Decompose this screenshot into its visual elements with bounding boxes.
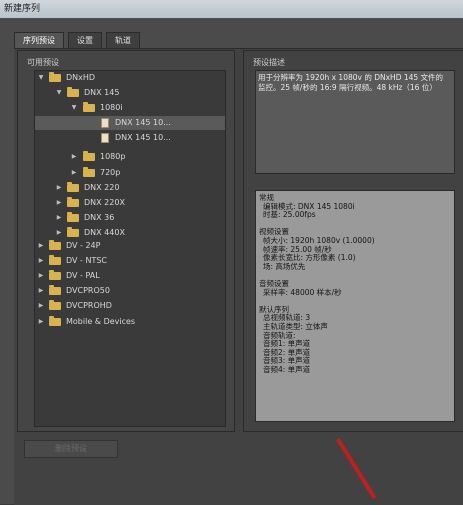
tree-item-dvcpro50[interactable]: ▶ DVCPRO50 (35, 284, 225, 298)
expand-arrow-icon[interactable]: ▶ (55, 181, 63, 195)
expand-arrow-icon[interactable]: ▶ (37, 299, 45, 313)
tree-item-label: 720p (100, 168, 121, 177)
folder-icon (67, 197, 79, 207)
expand-arrow-icon[interactable]: ▶ (55, 211, 63, 225)
expand-arrow-icon[interactable]: ▶ (37, 284, 45, 298)
expand-arrow-icon[interactable]: ▶ (37, 254, 45, 268)
tree-item-1080i[interactable]: ▼ 1080i (35, 101, 225, 115)
preset-file-icon (101, 118, 109, 128)
details-timebase: 时基: 25.00fps (263, 210, 316, 220)
tree-item-label: DNX 440X (84, 228, 125, 237)
expand-arrow-icon[interactable]: ▶ (37, 269, 45, 283)
folder-icon (49, 255, 61, 265)
details-sample-rate: 采样率: 48000 样本/秒 (263, 287, 342, 297)
folder-icon (49, 72, 61, 82)
tree-item-dvcprohd[interactable]: ▶ DVCPROHD (35, 299, 225, 313)
delete-preset-button[interactable]: 删除预设 (24, 440, 118, 458)
preset-tree[interactable]: ▼ DNxHD ▼ DNX 145 ▼ 1080i DNX 145 10... … (34, 70, 226, 427)
tree-item-dnxhd[interactable]: ▼ DNxHD (35, 71, 225, 85)
tree-item-dv-ntsc[interactable]: ▶ DV - NTSC (35, 254, 225, 268)
folder-icon (83, 102, 95, 112)
folder-icon (49, 270, 61, 280)
expand-arrow-icon[interactable]: ▼ (70, 101, 78, 115)
tree-item-dnx220x[interactable]: ▶ DNX 220X (35, 196, 225, 210)
available-presets-heading: 可用预设 (27, 58, 59, 67)
tree-item-label: 1080i (100, 103, 123, 112)
tree-item-720p[interactable]: ▶ 720p (35, 166, 225, 180)
tree-item-dnx145[interactable]: ▼ DNX 145 (35, 86, 225, 100)
preset-description-heading: 预设描述 (253, 58, 285, 67)
folder-icon (67, 182, 79, 192)
description-line: 监控。25 帧/秒的 16:9 隔行视频。48 kHz（16 位） (258, 83, 437, 92)
expand-arrow-icon[interactable]: ▶ (37, 239, 45, 253)
tree-item-1080p[interactable]: ▶ 1080p (35, 150, 225, 164)
folder-icon (83, 167, 95, 177)
tree-item-label: DV - 24P (66, 241, 101, 250)
tree-item-preset-selected[interactable]: DNX 145 10... (35, 116, 225, 130)
tab-tracks[interactable]: 轨道 (106, 32, 140, 49)
preset-file-icon (101, 133, 109, 143)
window-title-bar: 新建序列 (0, 0, 463, 18)
tab-settings[interactable]: 设置 (68, 32, 102, 49)
details-audio4: 音频4: 单声道 (263, 364, 311, 374)
expand-arrow-icon[interactable]: ▶ (55, 226, 63, 240)
tree-item-label: DNX 36 (84, 213, 115, 222)
tree-item-label: DNX 145 10... (115, 118, 171, 127)
tree-item-label: DNX 145 10... (115, 133, 171, 142)
tree-item-label: DNxHD (66, 73, 96, 82)
folder-icon (49, 285, 61, 295)
tree-item-label: 1080p (100, 152, 126, 161)
expand-arrow-icon[interactable]: ▼ (37, 71, 45, 85)
tree-item-label: DNX 220X (84, 198, 125, 207)
window-title: 新建序列 (4, 4, 41, 14)
tab-bar: 序列预设 设置 轨道 (14, 32, 140, 49)
tree-item-preset[interactable]: DNX 145 10... (35, 131, 225, 145)
details-fields: 场: 高场优先 (263, 261, 306, 271)
folder-icon (67, 227, 79, 237)
folder-icon (49, 300, 61, 310)
tab-sequence-presets[interactable]: 序列预设 (14, 32, 64, 49)
tree-item-label: DVCPROHD (66, 301, 112, 310)
preset-description-text: 用于分辨率为 1920h x 1080v 的 DNxHD 145 文件的 监控。… (255, 70, 455, 174)
tree-item-mobile-devices[interactable]: ▶ Mobile & Devices (35, 315, 225, 329)
expand-arrow-icon[interactable]: ▶ (55, 196, 63, 210)
preset-details-panel: 常规 编辑模式: DNX 145 1080i 时基: 25.00fps 视频设置… (255, 190, 455, 422)
tree-item-label: DVCPRO50 (66, 286, 110, 295)
tree-item-dv-pal[interactable]: ▶ DV - PAL (35, 269, 225, 283)
tree-item-dv-24p[interactable]: ▶ DV - 24P (35, 239, 225, 253)
tree-item-label: DNX 145 (84, 88, 120, 97)
folder-icon (67, 87, 79, 97)
tree-item-label: DV - NTSC (66, 256, 107, 265)
tree-item-label: Mobile & Devices (66, 317, 136, 326)
expand-arrow-icon[interactable]: ▶ (70, 150, 78, 164)
expand-arrow-icon[interactable]: ▶ (70, 166, 78, 180)
tree-item-label: DV - PAL (66, 271, 100, 280)
expand-arrow-icon[interactable]: ▼ (55, 86, 63, 100)
expand-arrow-icon[interactable]: ▶ (37, 315, 45, 329)
tree-item-label: DNX 220 (84, 183, 120, 192)
tree-item-dnx440x[interactable]: ▶ DNX 440X (35, 226, 225, 240)
folder-icon (49, 240, 61, 250)
folder-icon (83, 151, 95, 161)
folder-icon (67, 212, 79, 222)
tree-item-dnx36[interactable]: ▶ DNX 36 (35, 211, 225, 225)
tree-item-dnx220[interactable]: ▶ DNX 220 (35, 181, 225, 195)
description-line: 用于分辨率为 1920h x 1080v 的 DNxHD 145 文件的 (258, 73, 444, 82)
folder-icon (49, 316, 61, 326)
